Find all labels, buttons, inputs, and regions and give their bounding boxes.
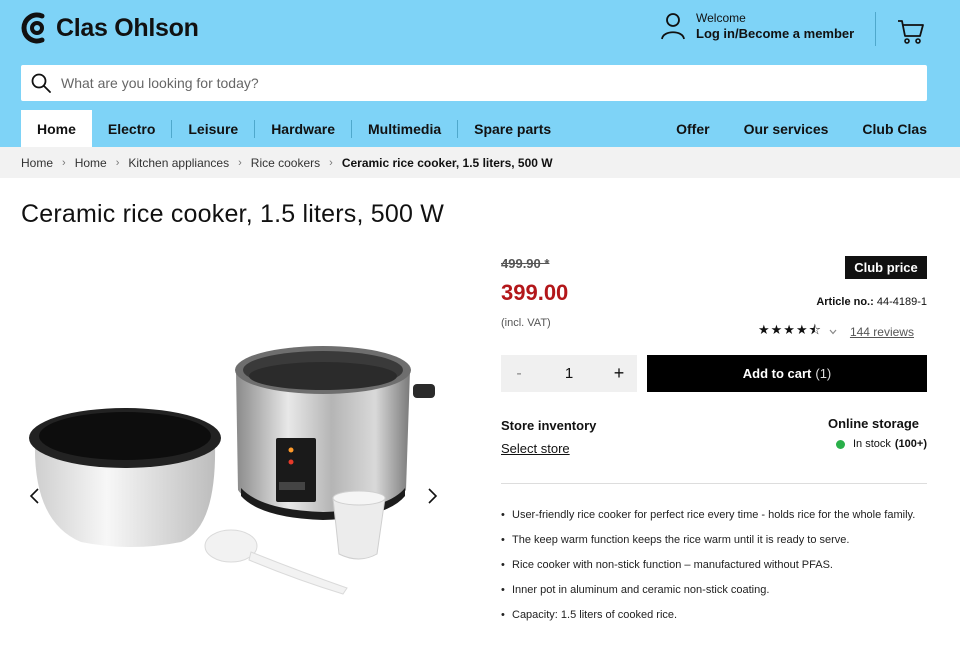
- list-item: Rice cooker with non-stick function – ma…: [501, 558, 921, 573]
- club-price-badge: Club price: [845, 256, 927, 279]
- breadcrumb-current: Ceramic rice cooker, 1.5 liters, 500 W: [341, 155, 553, 170]
- list-item: User-friendly rice cooker for perfect ri…: [501, 508, 921, 523]
- list-item: Capacity: 1.5 liters of cooked rice.: [501, 608, 921, 623]
- original-price: 499.90 *: [501, 256, 550, 271]
- account-link[interactable]: Welcome Log in/Become a member: [660, 10, 854, 42]
- quantity-increase-button[interactable]: +: [601, 363, 637, 384]
- breadcrumb-item[interactable]: Kitchen appliances: [128, 156, 229, 170]
- logo-icon: [21, 12, 45, 44]
- nav-multimedia[interactable]: Multimedia: [352, 110, 457, 147]
- breadcrumb: Home › Home › Kitchen appliances › Rice …: [0, 147, 960, 178]
- select-store-link[interactable]: Select store: [501, 441, 570, 456]
- list-item: Inner pot in aluminum and ceramic non-st…: [501, 583, 921, 598]
- nav-our-services[interactable]: Our services: [710, 110, 829, 147]
- chevron-right-icon: ›: [62, 156, 66, 169]
- stock-status: In stock (100+): [835, 438, 927, 450]
- reviews-link[interactable]: 144 reviews: [850, 325, 914, 339]
- quantity-decrease-button[interactable]: -: [501, 365, 537, 383]
- rating[interactable]: ★★★★⯪ 144 reviews: [758, 321, 914, 343]
- add-to-cart-label: Add to cart: [742, 366, 812, 381]
- brand-logo[interactable]: Clas Ohlson: [20, 10, 199, 46]
- feature-list: User-friendly rice cooker for perfect ri…: [501, 508, 921, 633]
- section-divider: [501, 483, 927, 484]
- current-price: 399.00: [501, 280, 569, 305]
- vat-note: (incl. VAT): [501, 317, 551, 329]
- chevron-right-icon: ›: [238, 156, 242, 169]
- nav-home[interactable]: Home: [21, 110, 92, 147]
- product-image: [29, 346, 435, 595]
- secondary-nav: Offer Our services Club Clas: [642, 110, 927, 147]
- user-icon: [661, 13, 685, 40]
- page-title: Ceramic rice cooker, 1.5 liters, 500 W: [21, 200, 445, 228]
- chevron-right-icon: ›: [329, 156, 333, 169]
- header-divider: [875, 12, 876, 46]
- nav-electro[interactable]: Electro: [92, 110, 171, 147]
- nav-club-clas[interactable]: Club Clas: [828, 110, 927, 147]
- article-value: 44-4189-1: [876, 296, 927, 308]
- stock-text: In stock: [852, 438, 891, 450]
- search-input[interactable]: What are you looking for today?: [61, 75, 259, 91]
- breadcrumb-item[interactable]: Home: [75, 156, 107, 170]
- product-gallery: [21, 252, 451, 652]
- login-link[interactable]: Log in/Become a member: [696, 26, 854, 42]
- quantity-input[interactable]: 1: [565, 365, 573, 382]
- article-label: Article no.:: [816, 296, 874, 308]
- search-icon[interactable]: [31, 73, 51, 93]
- star-icon: ★★★★⯪: [758, 322, 822, 337]
- cart-count: (1): [815, 366, 832, 381]
- breadcrumb-item[interactable]: Home: [21, 156, 53, 170]
- search-bar[interactable]: What are you looking for today?: [21, 65, 927, 101]
- nav-spare-parts[interactable]: Spare parts: [458, 110, 567, 147]
- nav-leisure[interactable]: Leisure: [172, 110, 254, 147]
- chevron-right-icon: ›: [115, 156, 120, 169]
- chevron-right-icon[interactable]: [422, 486, 442, 506]
- list-item: The keep warm function keeps the rice wa…: [501, 533, 921, 548]
- article-number: Article no.: 44-4189-1: [816, 296, 927, 308]
- nav-hardware[interactable]: Hardware: [255, 110, 351, 147]
- add-to-cart-button[interactable]: Add to cart (1): [647, 355, 927, 392]
- in-stock-icon: [835, 439, 845, 449]
- site-header: Clas Ohlson Welcome Log in/Become a memb…: [0, 0, 960, 147]
- nav-offer[interactable]: Offer: [642, 110, 709, 147]
- quantity-stepper: - 1 +: [501, 355, 637, 392]
- chevron-down-icon: [829, 329, 837, 335]
- online-storage-title: Online storage: [827, 416, 919, 431]
- breadcrumb-item[interactable]: Rice cookers: [251, 156, 320, 170]
- chevron-left-icon[interactable]: [25, 486, 45, 506]
- stock-count: (100+): [894, 438, 927, 450]
- welcome-text: Welcome: [696, 11, 746, 25]
- store-inventory-title: Store inventory: [501, 418, 597, 433]
- main-nav: Home Electro Leisure Hardware Multimedia…: [21, 110, 567, 147]
- brand-name: Clas Ohlson: [56, 13, 199, 42]
- cart-icon[interactable]: [897, 17, 925, 45]
